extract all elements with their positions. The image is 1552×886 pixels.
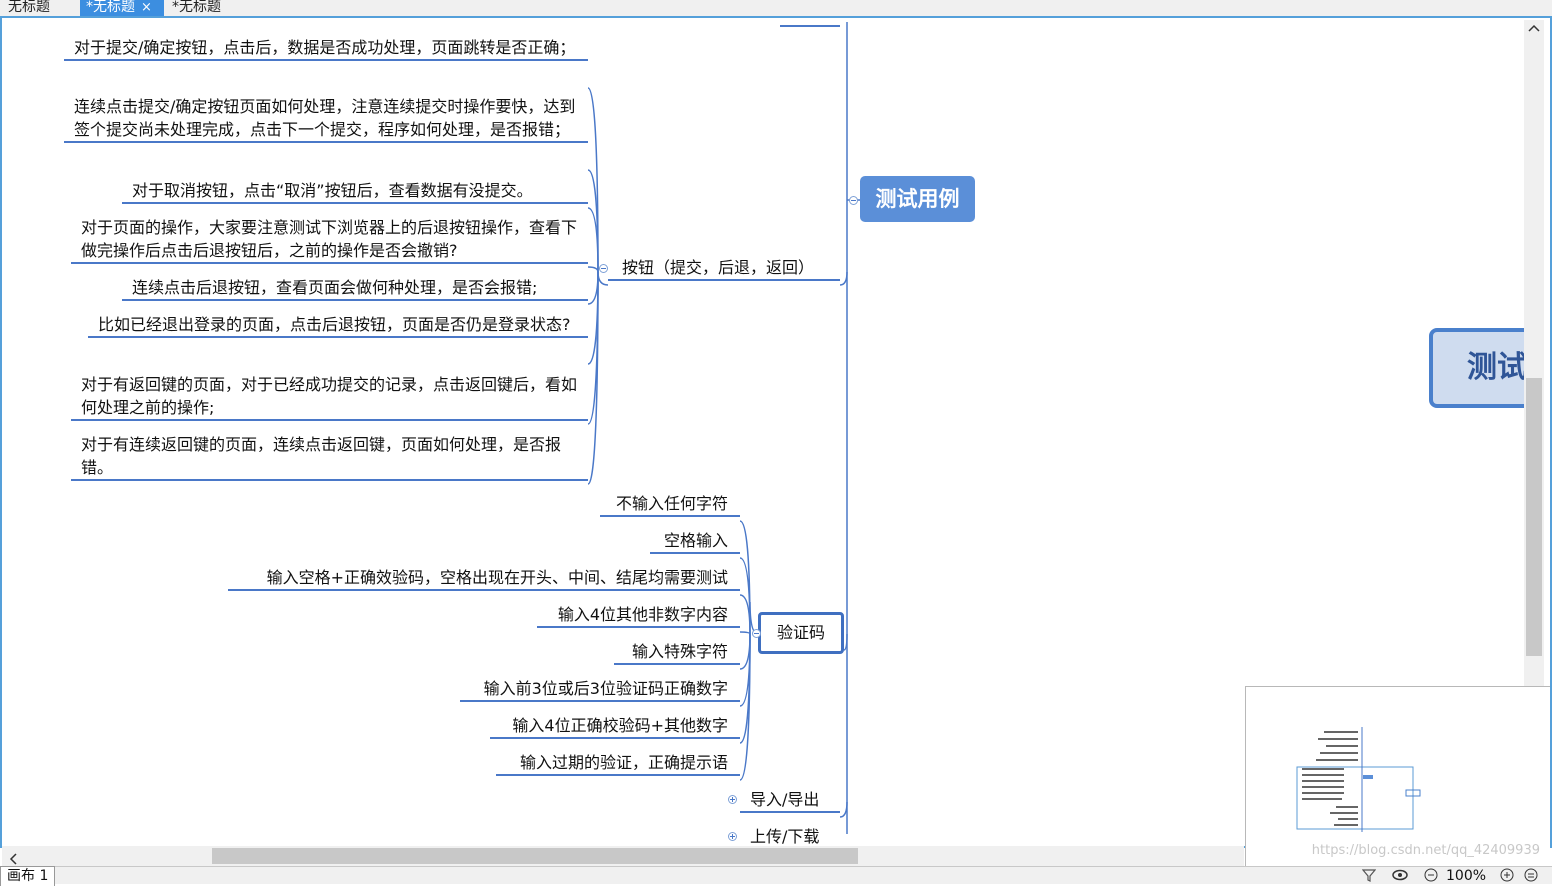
button-item[interactable]: 连续点击提交/确定按钮页面如何处理，注意连续提交时操作要快，达到签个提交尚未处理… xyxy=(64,95,588,143)
captcha-item[interactable]: 不输入任何字符 xyxy=(600,492,740,517)
branch-import-export[interactable]: 导入/导出 xyxy=(740,788,840,813)
filter-icon[interactable] xyxy=(1361,868,1377,886)
expand-icon[interactable] xyxy=(728,832,737,841)
button-item[interactable]: 对于页面的操作，大家要注意测试下浏览器上的后退按钮操作，查看下做完操作后点击后退… xyxy=(71,216,588,264)
branch-captcha[interactable]: 验证码 xyxy=(758,612,844,654)
zoom-level: 100% xyxy=(1446,868,1487,884)
watermark-text: https://blog.csdn.net/qq_42409939 xyxy=(1311,843,1540,858)
button-item[interactable]: 对于有连续返回键的页面，连续点击返回键，页面如何处理，是否报错。 xyxy=(71,433,588,481)
vertical-scrollbar[interactable] xyxy=(1524,20,1544,686)
tab-label: *无标题 xyxy=(86,0,135,15)
captcha-item[interactable]: 输入特殊字符 xyxy=(614,640,740,665)
tab-bar: 无标题 *无标题 × *无标题 xyxy=(0,0,1552,16)
zoom-in-icon[interactable] xyxy=(1500,868,1514,886)
expand-icon[interactable] xyxy=(728,795,737,804)
topic-test-cases[interactable]: 测试用例 xyxy=(860,176,975,222)
sheet-tab[interactable]: 画布 1 xyxy=(0,866,56,886)
captcha-item[interactable]: 输入过期的验证，正确提示语 xyxy=(496,751,740,776)
close-icon[interactable]: × xyxy=(141,0,152,15)
horizontal-scrollbar[interactable] xyxy=(2,846,1244,866)
captcha-item[interactable]: 输入空格+正确效验码，空格出现在开头、中间、结尾均需要测试 xyxy=(228,566,740,591)
minimap-preview xyxy=(1296,727,1421,832)
central-topic[interactable]: 测试 xyxy=(1429,328,1539,408)
tab-untitled-3[interactable]: *无标题 xyxy=(166,0,227,16)
overview-minimap[interactable]: https://blog.csdn.net/qq_42409939 xyxy=(1245,686,1550,866)
zoom-out-icon[interactable] xyxy=(1424,868,1438,886)
button-item[interactable]: 对于有返回键的页面，对于已经成功提交的记录，点击返回键后，看如何处理之前的操作; xyxy=(71,373,588,421)
button-item[interactable]: 比如已经退出登录的页面，点击后退按钮，页面是否仍是登录状态? xyxy=(88,313,588,338)
captcha-item[interactable]: 输入4位其他非数字内容 xyxy=(537,603,740,628)
button-item[interactable]: 对于取消按钮，点击“取消”按钮后，查看数据有没提交。 xyxy=(122,179,588,204)
collapse-icon[interactable] xyxy=(599,264,608,273)
zoom-fit-icon[interactable] xyxy=(1524,868,1538,886)
captcha-item[interactable]: 输入前3位或后3位验证码正确数字 xyxy=(460,677,740,702)
captcha-item[interactable]: 输入4位正确校验码+其他数字 xyxy=(490,714,740,739)
button-item[interactable]: 连续点击后退按钮，查看页面会做何种处理，是否会报错; xyxy=(122,276,588,301)
eye-icon[interactable] xyxy=(1392,868,1408,886)
button-item[interactable]: 对于提交/确定按钮，点击后，数据是否成功处理，页面跳转是否正确； xyxy=(64,36,588,61)
collapse-icon[interactable] xyxy=(752,629,761,638)
status-bar: 画布 1 100% xyxy=(0,866,1552,886)
vertical-scroll-thumb[interactable] xyxy=(1526,378,1542,656)
captcha-item[interactable]: 空格输入 xyxy=(650,529,740,554)
branch-button[interactable]: 按钮（提交，后退，返回） xyxy=(608,256,840,281)
horizontal-scroll-thumb[interactable] xyxy=(212,848,858,864)
branch-upload-download[interactable]: 上传/下载 xyxy=(740,825,840,846)
scroll-up-icon[interactable] xyxy=(1528,22,1540,36)
tab-untitled-2-active[interactable]: *无标题 × xyxy=(80,0,164,16)
tab-untitled-1[interactable]: 无标题 xyxy=(2,0,56,16)
collapse-icon[interactable] xyxy=(849,196,858,205)
